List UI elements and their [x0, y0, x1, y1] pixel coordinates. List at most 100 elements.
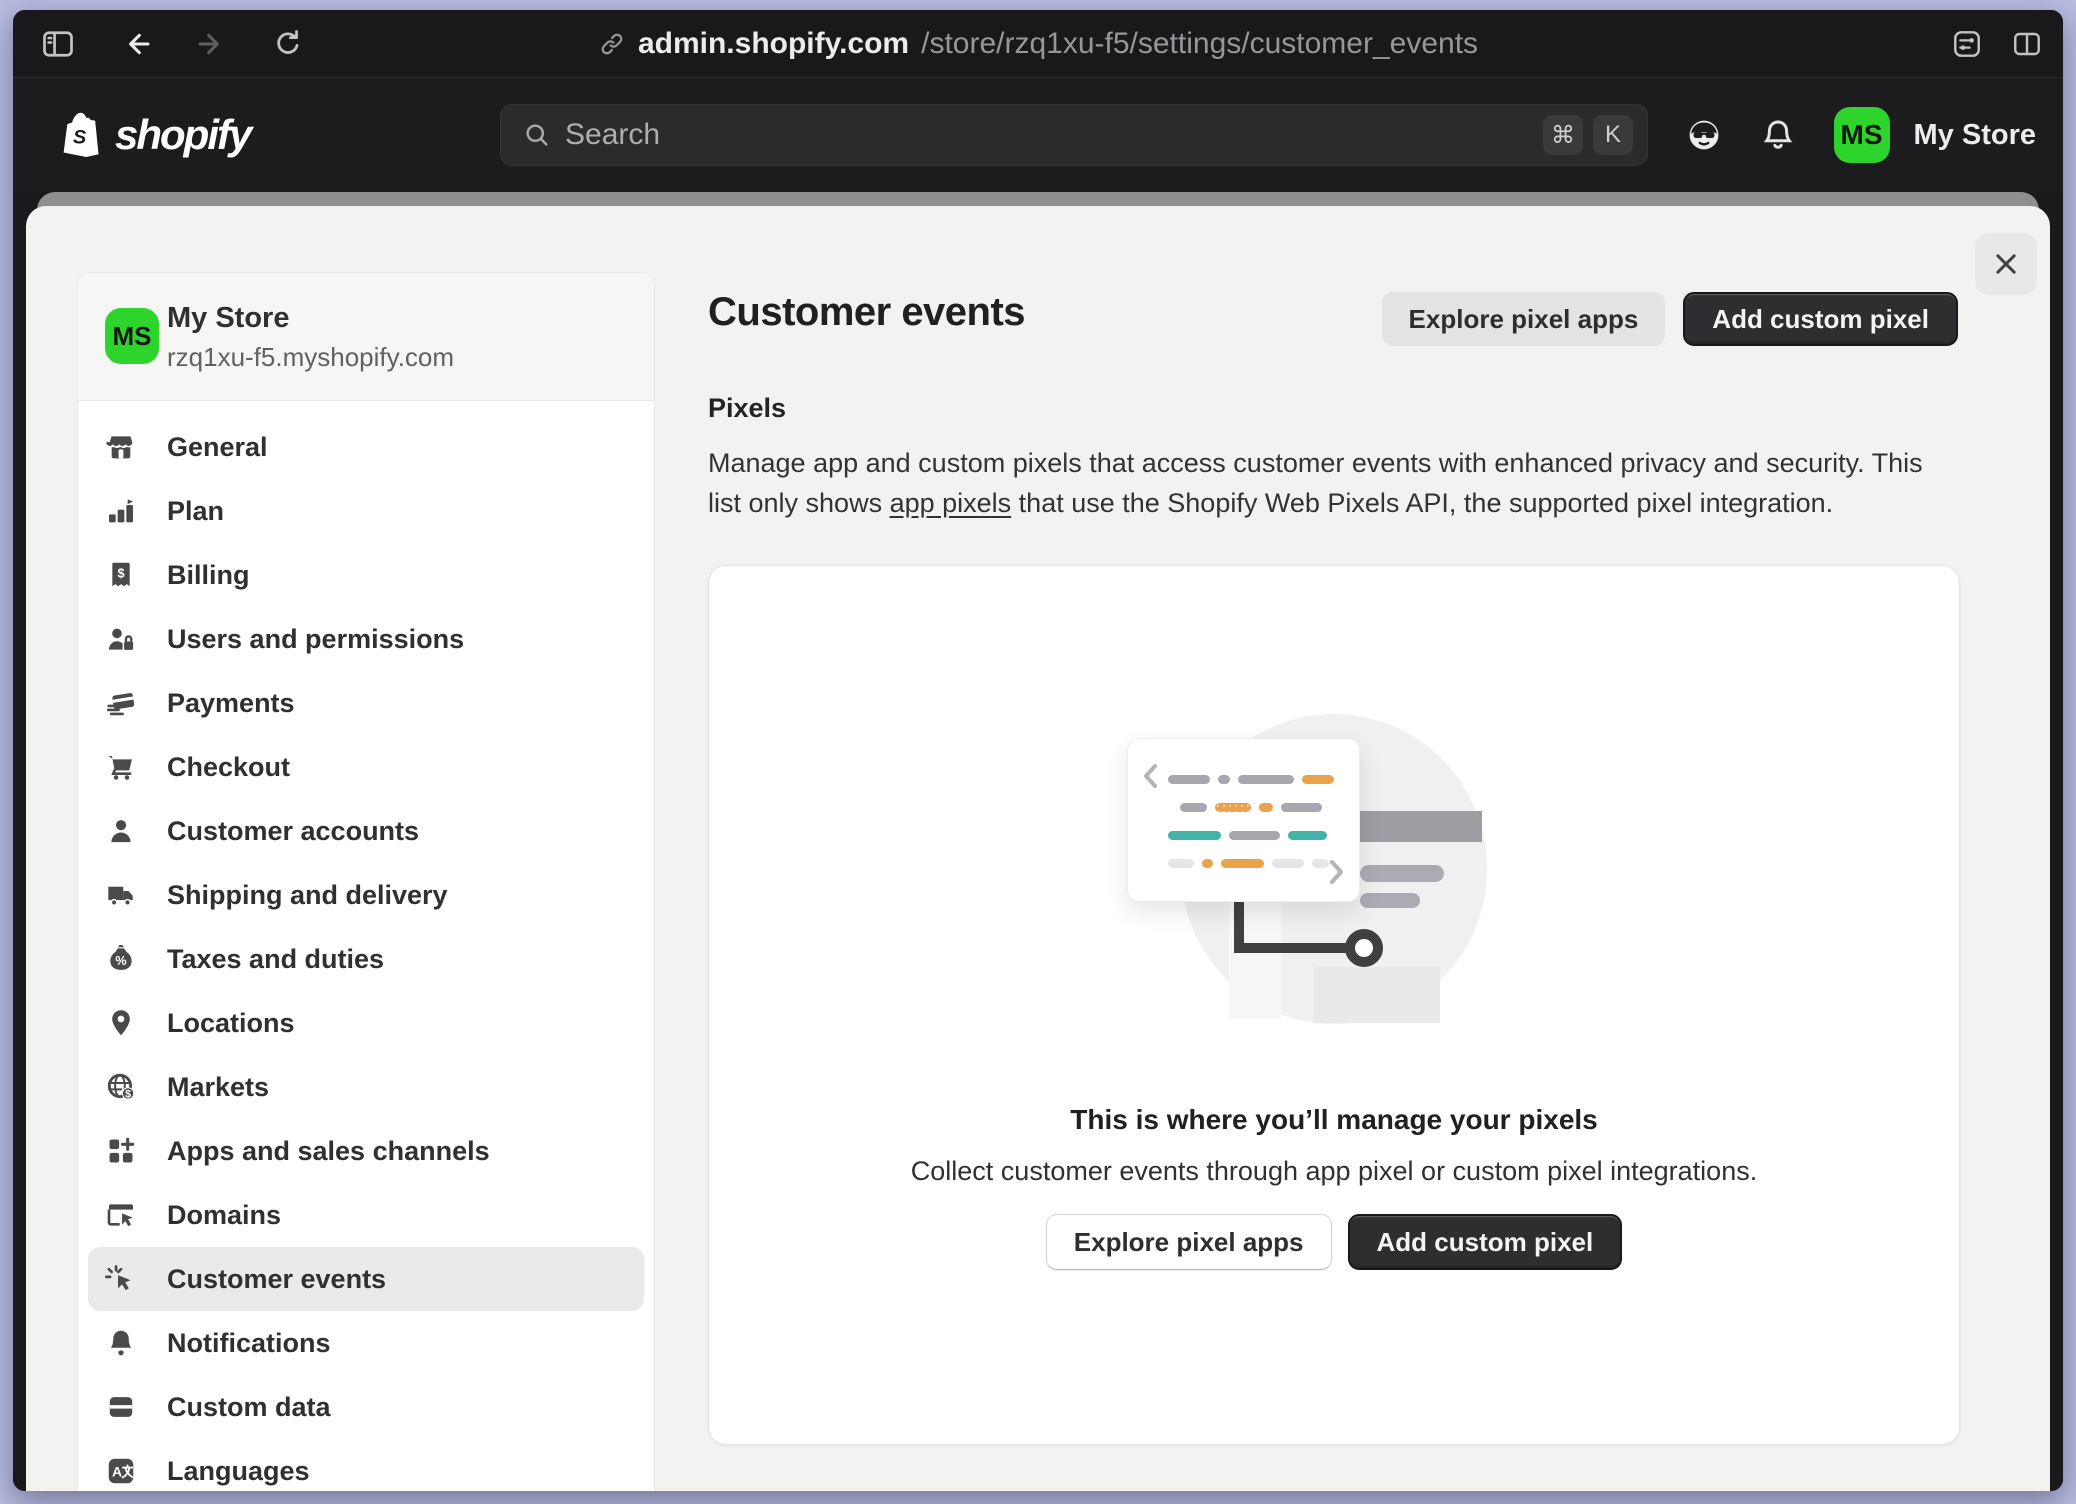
settings-nav: General Plan $ Billing Users and permissions…	[78, 401, 654, 1491]
connector-node	[1345, 929, 1383, 967]
sidekick-assistant-icon[interactable]	[1686, 117, 1722, 153]
browser-chrome: admin.shopify.com/store/rzq1xu-f5/settin…	[13, 10, 2063, 78]
sidebar-item-label: Shipping and delivery	[167, 880, 448, 911]
kbd-cmd: ⌘	[1543, 115, 1583, 155]
empty-state-heading: This is where you’ll manage your pixels	[709, 1104, 1959, 1136]
sidebar-item-label: Markets	[167, 1072, 269, 1103]
close-icon	[1992, 250, 2020, 278]
sidebar-item-checkout[interactable]: Checkout	[88, 735, 644, 799]
sidebar-item-billing[interactable]: $ Billing	[88, 543, 644, 607]
payments-icon	[105, 687, 137, 719]
sidebar-item-customer-accounts[interactable]: Customer accounts	[88, 799, 644, 863]
sidebar-item-label: Custom data	[167, 1392, 331, 1423]
sidebar-store-name: My Store	[167, 302, 289, 335]
sidebar-item-label: Users and permissions	[167, 624, 464, 655]
browser-window: admin.shopify.com/store/rzq1xu-f5/settin…	[13, 10, 2063, 1491]
sidebar-item-apps-and-sales-channels[interactable]: Apps and sales channels	[88, 1119, 644, 1183]
app-pixels-link[interactable]: app pixels	[890, 488, 1012, 518]
sidebar-item-customer-events[interactable]: Customer events	[88, 1247, 644, 1311]
custom-data-icon	[105, 1391, 137, 1423]
description-after: that use the Shopify Web Pixels API, the…	[1011, 488, 1833, 518]
sidebar-item-taxes-and-duties[interactable]: % Taxes and duties	[88, 927, 644, 991]
sidebar-item-label: Languages	[167, 1456, 310, 1487]
empty-add-custom-pixel-button[interactable]: Add custom pixel	[1348, 1214, 1623, 1270]
svg-text:$: $	[117, 566, 124, 580]
sidebar-item-markets[interactable]: $ Markets	[88, 1055, 644, 1119]
header-store-name[interactable]: My Store	[1914, 119, 2036, 152]
shopify-logo[interactable]: S shopify	[59, 78, 250, 192]
notifications-icon	[105, 1327, 137, 1359]
search-input[interactable]: Search ⌘ K	[500, 104, 1648, 166]
store-avatar[interactable]: MS	[1834, 107, 1890, 163]
sidebar-item-custom-data[interactable]: Custom data	[88, 1375, 644, 1439]
sidebar-item-label: Customer accounts	[167, 816, 419, 847]
illustration-circle	[1181, 714, 1487, 1024]
svg-text:$: $	[125, 1088, 131, 1100]
sidebar-item-shipping-and-delivery[interactable]: Shipping and delivery	[88, 863, 644, 927]
explore-pixel-apps-button[interactable]: Explore pixel apps	[1382, 292, 1666, 346]
admin-header: S shopify Search ⌘ K MS My Store	[13, 78, 2063, 192]
sidebar-item-locations[interactable]: Locations	[88, 991, 644, 1055]
svg-text:%: %	[115, 954, 126, 968]
shopify-bag-icon: S	[59, 109, 107, 161]
search-icon	[523, 121, 551, 149]
sidebar-item-label: Taxes and duties	[167, 944, 384, 975]
sidebar-item-label: Checkout	[167, 752, 290, 783]
sidebar-item-label: Domains	[167, 1200, 281, 1231]
sidebar-item-label: Locations	[167, 1008, 295, 1039]
split-view-icon[interactable]	[2011, 28, 2043, 60]
svg-text:A: A	[112, 1464, 122, 1480]
domains-icon	[105, 1199, 137, 1231]
languages-icon: A	[105, 1455, 137, 1487]
billing-icon: $	[105, 559, 137, 591]
pixels-section-description: Manage app and custom pixels that access…	[708, 443, 1960, 523]
url-path: /store/rzq1xu-f5/settings/customer_event…	[921, 27, 1478, 61]
kbd-k: K	[1593, 115, 1633, 155]
sidebar-item-payments[interactable]: Payments	[88, 671, 644, 735]
users-icon	[105, 623, 137, 655]
svg-text:S: S	[73, 127, 87, 149]
store-card: MS My Store rzq1xu-f5.myshopify.com	[78, 273, 654, 401]
checkout-icon	[105, 751, 137, 783]
plan-icon	[105, 495, 137, 527]
sidebar-item-users-and-permissions[interactable]: Users and permissions	[88, 607, 644, 671]
code-bracket-left-icon	[1140, 763, 1162, 789]
sidebar-item-label: Customer events	[167, 1264, 386, 1295]
sidebar-item-label: Plan	[167, 496, 224, 527]
shopify-wordmark: shopify	[115, 111, 250, 159]
pixels-section-heading: Pixels	[708, 393, 786, 424]
taxes-icon: %	[105, 943, 137, 975]
sidebar-item-label: Notifications	[167, 1328, 331, 1359]
sidebar-item-label: Apps and sales channels	[167, 1136, 490, 1167]
sidebar-item-general[interactable]: General	[88, 415, 644, 479]
pixels-illustration	[709, 566, 1959, 1444]
sidebar-store-avatar: MS	[105, 308, 159, 364]
settings-modal: MS My Store rzq1xu-f5.myshopify.com Gene…	[26, 206, 2050, 1491]
connector-line	[1234, 902, 1244, 953]
empty-state-body: Collect customer events through app pixe…	[709, 1156, 1959, 1187]
sidebar-item-label: Payments	[167, 688, 295, 719]
address-bar[interactable]: admin.shopify.com/store/rzq1xu-f5/settin…	[13, 10, 2063, 78]
markets-icon: $	[105, 1071, 137, 1103]
sidebar-item-label: Billing	[167, 560, 250, 591]
close-button[interactable]	[1975, 233, 2037, 295]
code-snippet-card	[1127, 738, 1360, 902]
customer-events-icon	[105, 1263, 137, 1295]
sidebar-item-languages[interactable]: A Languages	[88, 1439, 644, 1491]
notifications-bell-icon[interactable]	[1760, 117, 1796, 153]
page-settings-icon[interactable]	[1951, 28, 1983, 60]
sidebar-item-notifications[interactable]: Notifications	[88, 1311, 644, 1375]
sidebar-item-label: General	[167, 432, 268, 463]
link-icon	[598, 30, 626, 58]
apps-icon	[105, 1135, 137, 1167]
empty-explore-pixel-apps-button[interactable]: Explore pixel apps	[1046, 1214, 1332, 1270]
customer-accounts-icon	[105, 815, 137, 847]
sidebar-item-domains[interactable]: Domains	[88, 1183, 644, 1247]
code-bracket-right-icon	[1325, 859, 1347, 885]
sidebar-item-plan[interactable]: Plan	[88, 479, 644, 543]
modal-backdrop: MS My Store rzq1xu-f5.myshopify.com Gene…	[13, 192, 2063, 1491]
add-custom-pixel-button[interactable]: Add custom pixel	[1683, 292, 1958, 346]
search-placeholder: Search	[565, 118, 1533, 152]
locations-icon	[105, 1007, 137, 1039]
store-icon	[105, 431, 137, 463]
